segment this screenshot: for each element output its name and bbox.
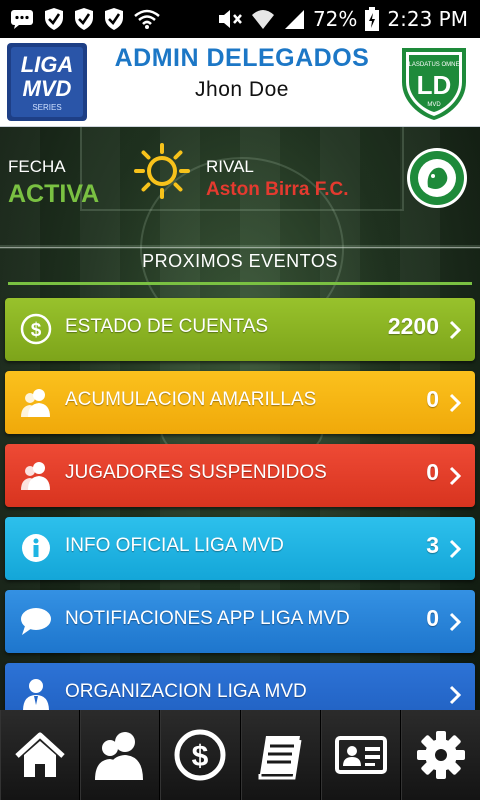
tab-credentials[interactable]: [320, 710, 401, 800]
menu-item-notificaciones[interactable]: NOTIFIACIONES APP LIGA MVD 0: [5, 590, 475, 653]
svg-text:$: $: [31, 320, 42, 341]
menu-item-label: NOTIFIACIONES APP LIGA MVD: [65, 608, 350, 629]
sun-icon: [134, 143, 190, 199]
menu-item-label: ORGANIZACION LIGA MVD: [65, 681, 307, 702]
book-icon: [258, 736, 302, 780]
svg-text:SERIES: SERIES: [32, 103, 61, 112]
menu-item-count: 0: [426, 605, 439, 631]
menu-item-acumulacion-amarillas[interactable]: ACUMULACION AMARILLAS 0: [5, 371, 475, 434]
tab-home[interactable]: [0, 710, 81, 800]
chat-notification-icon: [11, 10, 33, 29]
rival-name[interactable]: Aston Birra F.C.: [206, 179, 349, 201]
user-name: Jhon Doe: [195, 78, 289, 101]
dollar-icon: $: [174, 729, 226, 781]
menu-item-count: 3: [426, 532, 439, 558]
chevron-right-icon: [449, 466, 461, 486]
club-crest-logo: LASDATUS OMNE LD MVD: [402, 48, 466, 120]
signal-icon: [284, 10, 304, 29]
menu-item-organizacion[interactable]: ORGANIZACION LIGA MVD: [5, 663, 475, 710]
chevron-right-icon: [449, 685, 461, 705]
tab-players[interactable]: [80, 710, 161, 800]
svg-text:MVD: MVD: [427, 102, 441, 108]
shield-icon: [45, 8, 63, 30]
svg-text:LASDATUS OMNE: LASDATUS OMNE: [409, 62, 460, 68]
wifi-icon: [251, 10, 274, 29]
app-header: LIGA MVD SERIES ADMIN DELEGADOS Jhon Doe…: [0, 38, 480, 127]
dollar-icon: $: [20, 313, 52, 345]
svg-text:LIGA: LIGA: [21, 52, 74, 77]
wifi-icon: [134, 9, 160, 29]
bottom-tab-bar: $: [0, 710, 480, 800]
svg-text:MVD: MVD: [23, 76, 72, 101]
chevron-right-icon: [449, 320, 461, 340]
menu-item-label: JUGADORES SUSPENDIDOS: [65, 462, 327, 483]
menu-item-count: 0: [426, 459, 439, 485]
events-underline: [8, 282, 472, 285]
menu-item-count: 2200: [387, 313, 439, 339]
mute-icon: [218, 10, 242, 28]
chevron-right-icon: [449, 612, 461, 632]
info-icon: [22, 534, 50, 562]
person-icon: [23, 679, 49, 710]
menu-item-estado-de-cuentas[interactable]: $ ESTADO DE CUENTAS 2200: [5, 298, 475, 361]
battery-icon: [365, 7, 380, 31]
menu-item-info-oficial[interactable]: INFO OFICIAL LIGA MVD 3: [5, 517, 475, 580]
shield-icon: [105, 8, 123, 30]
rival-club-logo: [407, 148, 467, 208]
fecha-label: FECHA: [8, 157, 66, 176]
tab-rules[interactable]: [240, 710, 321, 800]
divider: [0, 247, 480, 248]
id-card-icon: [334, 736, 387, 774]
users-icon: [95, 732, 144, 780]
chevron-right-icon: [449, 539, 461, 559]
page-title: ADMIN DELEGADOS: [114, 44, 370, 72]
clock: 2:23 PM: [387, 7, 468, 31]
fecha-status: ACTIVA: [8, 180, 100, 208]
users-icon: [21, 389, 50, 417]
liga-mvd-logo[interactable]: LIGA MVD SERIES: [6, 42, 88, 122]
menu-item-count: 0: [426, 386, 439, 412]
events-section-title: PROXIMOS EVENTOS: [142, 251, 338, 271]
menu-item-label: ESTADO DE CUENTAS: [65, 316, 269, 337]
status-bar: 72% 2:23 PM: [0, 0, 480, 38]
svg-text:LD: LD: [417, 70, 452, 100]
battery-percent: 72%: [312, 7, 358, 31]
chevron-right-icon: [449, 393, 461, 413]
shield-icon: [75, 8, 93, 30]
rival-label: RIVAL: [206, 157, 254, 176]
gear-icon: [416, 731, 465, 779]
svg-text:$: $: [192, 740, 209, 773]
chat-icon: [21, 608, 51, 635]
users-icon: [21, 462, 50, 490]
tab-payments[interactable]: $: [160, 710, 241, 800]
menu-item-label: ACUMULACION AMARILLAS: [65, 389, 317, 410]
menu-item-label: INFO OFICIAL LIGA MVD: [65, 535, 284, 556]
menu-item-jugadores-suspendidos[interactable]: JUGADORES SUSPENDIDOS 0: [5, 444, 475, 507]
content-area: FECHA ACTIVA RIVAL Aston Birra F.C. PROX…: [0, 127, 480, 710]
tab-settings[interactable]: [400, 710, 480, 800]
home-icon: [15, 732, 65, 777]
